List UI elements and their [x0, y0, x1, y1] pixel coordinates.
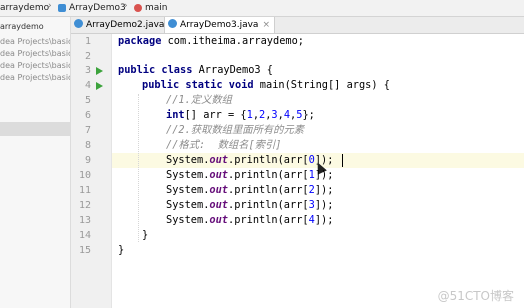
selected-row[interactable] [0, 122, 70, 136]
line-number: 4 [84, 80, 91, 91]
line-number: 2 [84, 51, 91, 62]
tree-item[interactable]: dea Projects\basic-code [0, 36, 70, 48]
run-method-icon[interactable] [96, 82, 103, 90]
java-file-icon [168, 19, 177, 28]
breadcrumb-separator: › [124, 1, 128, 11]
navigation-bar: arraydemo › ArrayDemo3 › main [0, 0, 524, 17]
line-number: 14 [78, 230, 91, 241]
tab-label: ArrayDemo3.java [180, 20, 259, 30]
code-editor[interactable]: package com.itheima.arraydemo; public cl… [112, 34, 524, 308]
closing-brace: } [118, 244, 125, 256]
closing-brace: } [142, 229, 149, 241]
line-number: 8 [84, 140, 91, 151]
code-line: package com.itheima.arraydemo; [118, 35, 304, 47]
code-line: System.out.println(arr[3]); [166, 199, 334, 211]
editor-tabs: ArrayDemo2.java × ArrayDemo3.java× [71, 17, 524, 34]
code-line: public static void main(String[] args) { [142, 79, 390, 91]
line-number: 1 [84, 36, 91, 47]
code-line: int[] arr = {1,2,3,4,5}; [166, 109, 315, 121]
breadcrumb-separator: › [48, 1, 52, 11]
class-icon [58, 4, 66, 12]
tree-item[interactable]: dea Projects\basic-code [0, 72, 70, 84]
line-number: 11 [78, 185, 91, 196]
line-number: 3 [84, 65, 91, 76]
code-line: public class ArrayDemo3 { [118, 64, 273, 76]
code-comment: //1.定义数组 [166, 94, 232, 106]
method-icon [134, 4, 142, 12]
tree-item[interactable]: dea Projects\basic-code [0, 60, 70, 72]
code-comment: //格式: 数组名[索引] [166, 139, 282, 151]
java-file-icon [74, 19, 83, 28]
line-number: 9 [84, 155, 91, 166]
line-number: 6 [84, 110, 91, 121]
code-line: System.out.println(arr[0]); [166, 154, 334, 166]
indent-guide [138, 94, 139, 242]
close-icon[interactable]: × [262, 20, 270, 30]
tab-label: ArrayDemo2.java [86, 20, 165, 30]
tree-item[interactable]: dea Projects\basic-code [0, 48, 70, 60]
tree-item[interactable]: arraydemo [0, 21, 44, 33]
line-number: 10 [78, 170, 91, 181]
line-number: 13 [78, 215, 91, 226]
code-comment: //2.获取数组里面所有的元素 [166, 124, 305, 136]
text-caret [342, 154, 343, 167]
project-panel: arraydemo dea Projects\basic-code dea Pr… [0, 17, 71, 308]
tab-arraydemo3[interactable]: ArrayDemo3.java × [164, 17, 275, 33]
line-number: 7 [84, 125, 91, 136]
run-class-icon[interactable] [96, 67, 103, 75]
line-gutter: 1 2 3 4 5 6 7 8 9 10 11 12 13 14 15 [71, 34, 112, 308]
code-line: System.out.println(arr[1]); [166, 169, 334, 181]
breadcrumb-method[interactable]: main [145, 1, 168, 15]
line-number: 12 [78, 200, 91, 211]
breadcrumb-file[interactable]: ArrayDemo3 [69, 1, 126, 15]
code-line: System.out.println(arr[2]); [166, 184, 334, 196]
line-number: 5 [84, 95, 91, 106]
line-number: 15 [78, 245, 91, 256]
breadcrumb-project[interactable]: arraydemo [0, 1, 49, 15]
code-line: System.out.println(arr[4]); [166, 214, 334, 226]
watermark: @51CTO博客 [437, 289, 514, 303]
